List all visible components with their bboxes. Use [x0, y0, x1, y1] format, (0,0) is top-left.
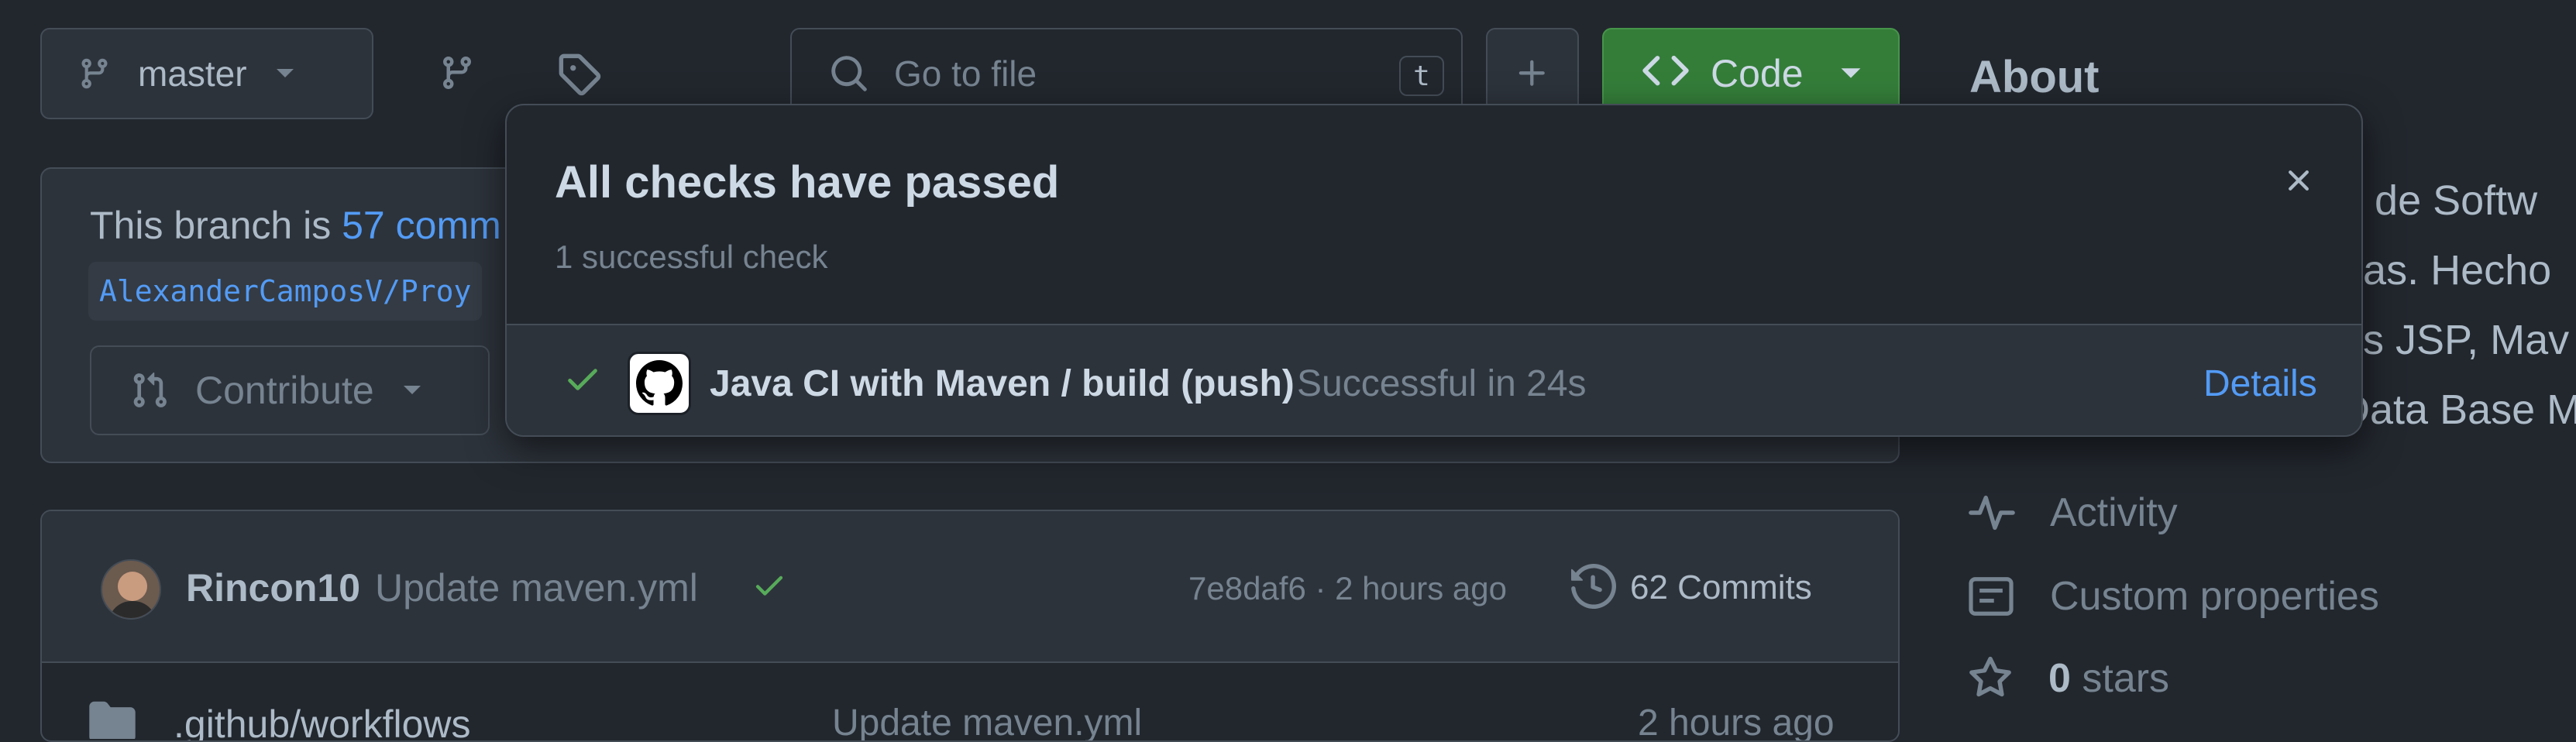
tag-icon[interactable] [556, 51, 601, 96]
folder-icon [88, 699, 136, 739]
file-row[interactable]: .github/workflows Update maven.yml 2 hou… [42, 663, 1898, 742]
history-icon [1571, 564, 1616, 609]
commit-hash-time[interactable]: 7e8daf6 · 2 hours ago [1188, 570, 1507, 607]
plus-icon [1515, 56, 1550, 91]
search-shortcut-key: t [1399, 56, 1444, 96]
file-time: 2 hours ago [1638, 702, 1835, 742]
check-icon [562, 364, 603, 398]
about-description-line: o de Softw [2340, 177, 2538, 224]
chevron-down-icon [1839, 67, 1862, 81]
details-link[interactable]: Details [2203, 362, 2317, 405]
pull-request-icon [130, 369, 169, 412]
pulse-icon [1968, 494, 2016, 531]
code-icon [1641, 56, 1690, 91]
search-input-placeholder: Go to file [894, 53, 1037, 94]
git-branch-icon [77, 54, 112, 93]
commit-author[interactable]: Rincon10 [186, 565, 360, 610]
branch-status-text: This branch is 57 comm [90, 203, 501, 248]
file-commit-message[interactable]: Update maven.yml [832, 702, 1142, 740]
branch-name: master [138, 53, 247, 94]
about-description: o de Softw das. Hecho os JSP, Mav Data B… [2340, 166, 2576, 445]
about-title: About [1969, 52, 2100, 102]
commits-ahead-link[interactable]: 57 comm [342, 204, 501, 247]
latest-commit-bar: Rincon10 Update maven.yml 7e8daf6 · 2 ho… [42, 511, 1898, 663]
commits-count-link[interactable]: 62 Commits [1630, 569, 1812, 607]
chevron-down-icon [275, 67, 295, 80]
code-button-label: Code [1711, 52, 1804, 95]
avatar[interactable] [101, 559, 161, 620]
checks-popup: All checks have passed 1 successful chec… [505, 104, 2363, 437]
activity-label: Activity [2050, 490, 2178, 535]
custom-properties-link[interactable]: Custom properties [1968, 573, 2379, 620]
search-icon [829, 53, 869, 94]
note-icon [1968, 576, 2014, 617]
branch-selector[interactable]: master [40, 28, 373, 119]
branches-icon[interactable] [439, 51, 476, 94]
check-name[interactable]: Java CI with Maven / build (push) [710, 362, 1295, 405]
branch-status-prefix: This branch is [90, 204, 342, 247]
upstream-repo-ref[interactable]: AlexanderCamposV/Proy [88, 262, 483, 321]
file-name[interactable]: .github/workflows [174, 702, 471, 740]
custom-properties-label: Custom properties [2050, 574, 2379, 619]
checks-popup-title: All checks have passed [555, 157, 1060, 208]
close-icon[interactable] [2281, 163, 2316, 198]
about-description-line: das. Hecho [2340, 247, 2552, 294]
activity-link[interactable]: Activity [1968, 490, 2178, 536]
file-list-box: Rincon10 Update maven.yml 7e8daf6 · 2 ho… [40, 510, 1900, 742]
contribute-label: Contribute [195, 369, 374, 412]
about-description-line: Data Base M [2340, 386, 2576, 433]
check-icon[interactable] [751, 572, 787, 603]
check-run-row[interactable]: Java CI with Maven / build (push) Succes… [507, 324, 2361, 435]
about-description-line: os JSP, Mav [2340, 317, 2570, 363]
stars-link[interactable]: 0 stars [1968, 655, 2169, 702]
github-actions-icon [628, 352, 691, 415]
stars-label: stars [2070, 656, 2170, 701]
star-icon [1968, 656, 2013, 701]
commit-message[interactable]: Update maven.yml [375, 565, 698, 610]
contribute-button[interactable]: Contribute [90, 345, 490, 435]
check-status: Successful in 24s [1297, 363, 1587, 404]
chevron-down-icon [402, 384, 422, 397]
checks-popup-subtitle: 1 successful check [555, 239, 828, 275]
stars-count: 0 [2048, 656, 2071, 701]
